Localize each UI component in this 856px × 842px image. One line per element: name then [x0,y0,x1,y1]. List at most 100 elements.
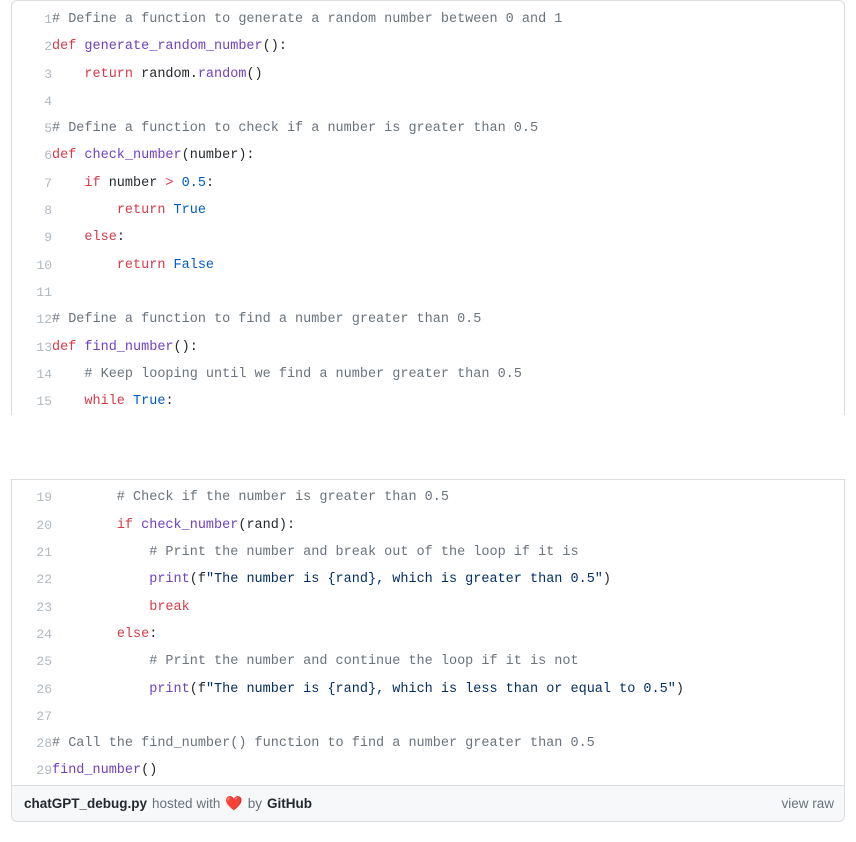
code-token-pln: (f [189,681,206,697]
line-code[interactable]: # Define a function to generate a random… [52,6,844,33]
code-token-pln [174,176,182,191]
code-token-pln: (rand): [238,517,296,533]
code-line: 5 # Define a function to check if a numbe… [12,115,844,142]
code-token-fn: print [149,681,190,697]
line-code[interactable]: break [52,594,844,621]
line-code[interactable]: def generate_random_number(): [52,33,844,60]
gist-filename: chatGPT_debug.py [24,795,148,811]
code-line: 21 # Print the number and break out of t… [12,539,844,566]
code-token-fn: print [149,572,190,588]
code-table-lower: 19 # Check if the number is greater than… [12,484,844,784]
line-number: 22 [36,572,52,588]
line-number: 9 [44,230,52,246]
code-token-fn: find_number [84,339,174,355]
gist-embed: 1 # Define a function to generate a rando… [0,0,856,842]
line-code[interactable]: def find_number(): [52,334,844,361]
line-code[interactable]: # Call the find_number() function to fin… [52,730,844,757]
line-number: 8 [44,203,52,219]
code-line: 29 find_number() [12,757,844,784]
line-code[interactable]: # Print the number and continue the loop… [52,648,844,675]
hosted-with-label: hosted with [152,795,221,811]
line-code[interactable]: return True [52,197,844,224]
code-token-kw: break [149,599,190,615]
code-line: 24 else: [12,621,844,648]
code-token-str: "The number is {rand}, which is less tha… [205,681,676,697]
code-line: 26 print(f"The number is {rand}, which i… [12,676,844,703]
line-code[interactable]: def check_number(number): [52,142,844,169]
line-code[interactable]: # Print the number and break out of the … [52,539,844,566]
line-number: 24 [36,626,52,642]
code-line: 7 if number > 0.5: [12,170,844,197]
code-token-pln: : [165,394,174,410]
code-line: 8 return True [12,197,844,224]
code-token-pln: ) [675,681,684,697]
line-number: 28 [36,736,52,752]
code-token-fn: generate_random_number [84,39,263,55]
line-code[interactable]: print(f"The number is {rand}, which is g… [52,566,844,593]
code-token-kw: return [84,66,134,82]
code-token-kw: if [84,175,101,191]
line-number: 21 [36,545,52,561]
view-raw-link[interactable]: view raw [781,796,834,811]
code-token-kw: else [116,626,150,642]
code-line: 14 # Keep looping until we find a number… [12,361,844,388]
code-token-fn: random [197,66,247,82]
line-code[interactable]: # Check if the number is greater than 0.… [52,484,844,511]
code-token-kw: def [52,39,85,55]
line-code[interactable]: find_number() [52,757,844,784]
code-token-fn: check_number [141,517,239,533]
code-token-kw: if [116,517,134,533]
gist-footer: chatGPT_debug.py hosted with ❤️ by GitHu… [11,784,845,822]
code-token-fn: find_number [52,763,142,779]
code-token-com: # Check if the number is greater than 0.… [52,490,449,506]
code-token-com: # Keep looping until we find a number gr… [52,366,522,382]
code-token-str: "The number is {rand}, which is greater … [205,572,603,588]
line-code[interactable]: while True: [52,388,844,415]
code-line: 12 # Define a function to find a number g… [12,306,844,333]
line-number: 1 [44,12,52,27]
code-token-kw: def [52,339,85,355]
line-code[interactable]: return random.random() [52,61,844,88]
code-token-pln [52,203,117,218]
line-code[interactable]: # Define a function to check if a number… [52,115,844,142]
code-token-com: # Print the number and break out of the … [52,545,579,561]
code-line: 1 # Define a function to generate a rando… [12,6,844,33]
code-line: 28 # Call the find_number() function to f… [12,730,844,757]
line-code[interactable]: # Keep looping until we find a number gr… [52,361,844,388]
line-code[interactable] [52,279,844,306]
line-code[interactable] [52,88,844,115]
code-token-com: # Print the number and continue the loop… [52,654,579,670]
code-token-com: # Call the find_number() function to fin… [52,736,595,752]
line-code[interactable]: return False [52,252,844,279]
code-token-pln [52,518,117,533]
heart-icon: ❤️ [225,795,243,812]
line-code[interactable]: if number > 0.5: [52,170,844,197]
code-token-kw: return [116,203,166,219]
line-number: 20 [36,517,52,533]
line-code[interactable]: # Define a function to find a number gre… [52,306,844,333]
by-label: by [247,795,263,811]
line-code[interactable] [52,703,844,730]
code-token-con: False [173,257,215,273]
code-token-pln [165,203,173,218]
line-code[interactable]: if check_number(rand): [52,512,844,539]
code-token-pln [52,572,149,587]
code-token-pln: number [100,175,166,191]
line-number: 13 [36,339,52,355]
line-number: 6 [44,148,52,164]
line-number: 4 [44,93,52,109]
line-number: 12 [36,312,52,328]
code-token-com: # Define a function to find a number gre… [52,312,482,328]
line-number: 11 [36,284,52,300]
code-token-pln: : [149,626,158,642]
code-line: 9 else: [12,224,844,251]
line-code[interactable]: else: [52,621,844,648]
line-number: 26 [36,681,52,697]
line-number: 27 [36,708,52,724]
line-code[interactable]: print(f"The number is {rand}, which is l… [52,676,844,703]
line-code[interactable]: else: [52,224,844,251]
code-line: 22 print(f"The number is {rand}, which i… [12,566,844,593]
code-line: 4 [12,88,844,115]
code-token-con: True [133,394,166,410]
code-token-pln: (number): [181,148,255,164]
